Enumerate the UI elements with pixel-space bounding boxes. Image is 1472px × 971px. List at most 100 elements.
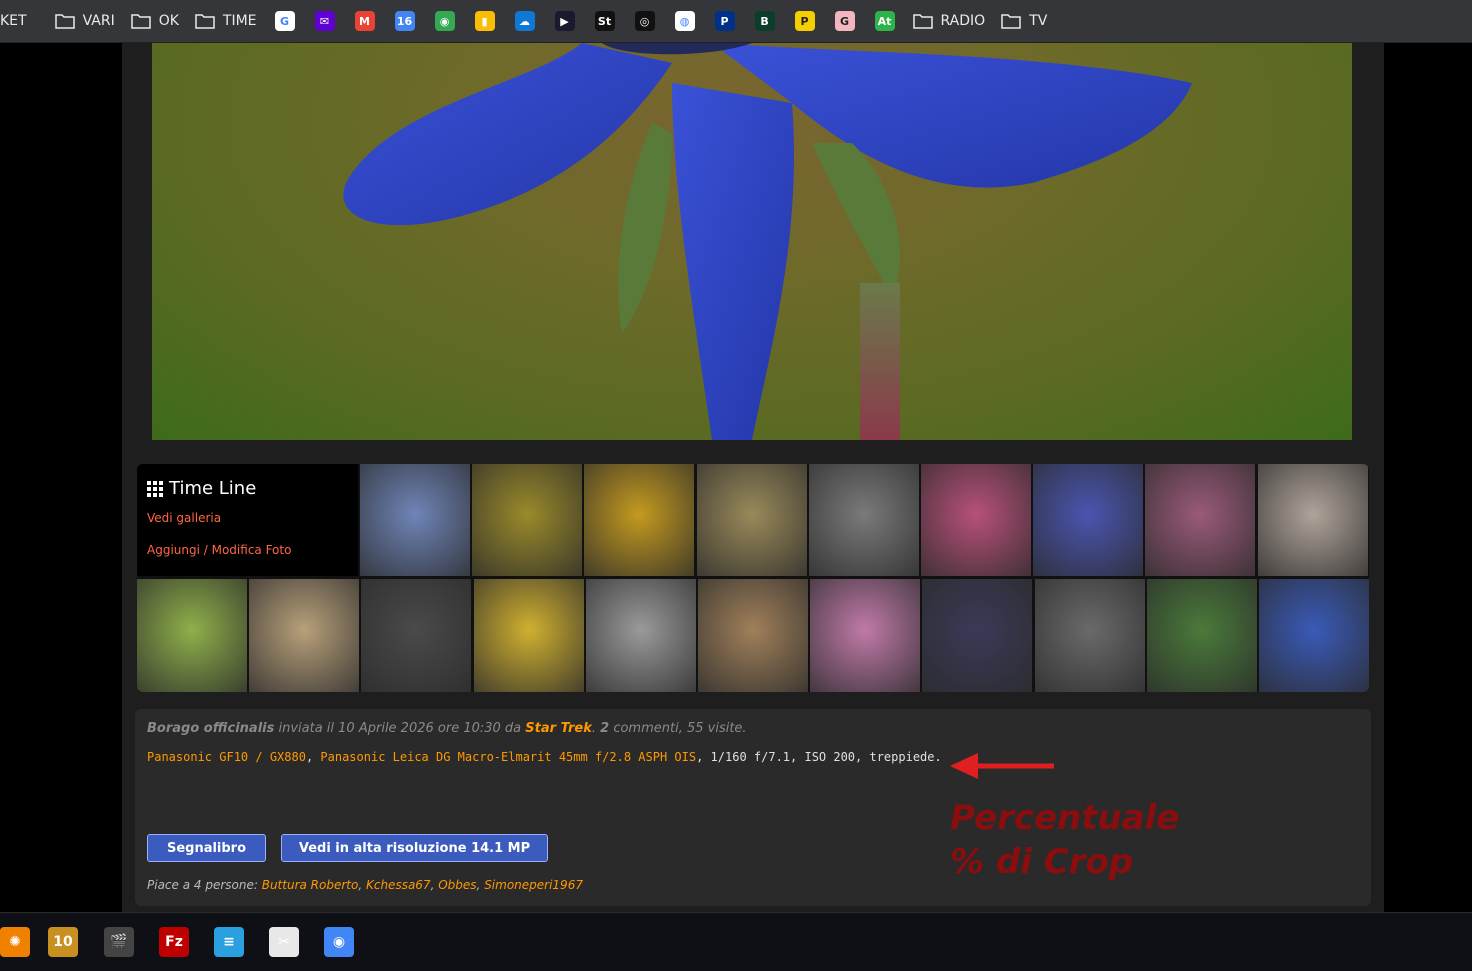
bookmark-folder-tv[interactable]: TV [993, 7, 1055, 35]
likes-line: Piace a 4 persone: Buttura Roberto, Kche… [147, 878, 583, 892]
bookmark-icons: G ✉ M 16 ◉ ▮ ☁ ▶ St ◎ ◍ P B P G At [265, 7, 905, 35]
bookmark-st[interactable]: St [585, 7, 625, 35]
thumb-playground-bw[interactable] [1034, 579, 1145, 692]
bookmark-folder-vari[interactable]: VARI [47, 7, 123, 35]
maps-icon: ◉ [434, 11, 455, 31]
photo-meta-line: Borago officinalis inviata il 10 Aprile … [147, 721, 1359, 736]
folder-icon [912, 14, 933, 29]
bookmark-p-yellow[interactable]: P [785, 7, 825, 35]
grid-icon [147, 480, 163, 497]
stats-text: commenti, 55 visite. [609, 721, 747, 736]
bookmark-google[interactable]: G [265, 7, 305, 35]
bookmark-paypal[interactable]: P [705, 7, 745, 35]
photo-page: Time Line Vedi galleria Aggiungi / Modif… [122, 43, 1384, 912]
bookmark-folder-ok[interactable]: OK [123, 7, 187, 35]
borage-flower-image [343, 43, 1192, 440]
liker-link[interactable]: Obbes [438, 878, 476, 892]
thumb-purple-deadnettle[interactable] [1145, 464, 1256, 576]
bookmark-play[interactable]: ▶ [545, 7, 585, 35]
google-icon: G [274, 11, 295, 31]
windows10-shield-icon[interactable]: 10 [48, 927, 78, 957]
bookmark-partial-label: KET [0, 13, 27, 29]
folder-icon [130, 14, 151, 29]
bookmark-folder-time[interactable]: TIME [187, 7, 265, 35]
liker-link[interactable]: Kchessa67 [366, 878, 431, 892]
bookmark-b[interactable]: B [745, 7, 785, 35]
thumb-grape-hyacinth[interactable] [1033, 464, 1144, 576]
annotation-line-2: % di Crop [950, 842, 1134, 882]
folder-label: TV [1029, 13, 1048, 29]
liker-link[interactable]: Buttura Roberto [262, 878, 359, 892]
st-icon: St [594, 11, 615, 31]
play-icon: ▶ [554, 11, 575, 31]
manage-photos-link[interactable]: Aggiungi / Modifica Foto [147, 543, 348, 557]
thumb-borage-blue[interactable] [1259, 579, 1369, 692]
thumb-pink-orchid[interactable] [810, 579, 921, 692]
thumb-village-houses[interactable] [249, 579, 360, 692]
chrome-icon[interactable]: ◉ [324, 927, 354, 957]
bookmark-button[interactable]: Segnalibro [147, 834, 266, 862]
thumb-red-machine-trees[interactable] [137, 579, 247, 692]
b-icon: B [754, 11, 775, 31]
stats-prefix: . [591, 721, 601, 736]
liker-link[interactable]: Simoneperi1967 [484, 878, 583, 892]
thumb-bicycle-wheel-bw[interactable] [585, 579, 696, 692]
crop-annotation: Percentuale % di Crop [950, 796, 1179, 884]
timeline-header: Time Line Vedi galleria Aggiungi / Modif… [137, 464, 358, 576]
timeline-title: Time Line [147, 478, 348, 499]
g-pink-icon: G [834, 11, 855, 31]
thumb-field-mountains[interactable] [1257, 464, 1368, 576]
red-arrow-icon [950, 753, 1054, 779]
globe-icon: ◍ [674, 11, 695, 31]
annotation-line-1: Percentuale [950, 798, 1180, 838]
folder-label: TIME [222, 13, 257, 29]
bookmark-onedrive[interactable]: ☁ [505, 7, 545, 35]
thumb-street-bw[interactable] [808, 464, 919, 576]
view-gallery-link[interactable]: Vedi galleria [147, 511, 348, 525]
snipping-tool-icon[interactable]: ✂ [269, 927, 299, 957]
folder-label: VARI [82, 13, 115, 29]
timeline-panel: Time Line Vedi galleria Aggiungi / Modif… [137, 464, 1369, 692]
bookmark-folder-radio[interactable]: RADIO [905, 7, 994, 35]
thumb-pink-geranium[interactable] [921, 464, 1031, 576]
thumb-yellow-daffodil[interactable] [473, 579, 584, 692]
photo-title: Borago officinalis [147, 721, 275, 736]
thumb-plant-on-wall[interactable] [698, 579, 808, 692]
timeline-title-text: Time Line [169, 478, 257, 499]
camera-link[interactable]: Panasonic GF10 / GX880 [147, 750, 306, 764]
video-clapper-icon[interactable]: 🎬 [104, 927, 134, 957]
bookmark-calendar[interactable]: 16 [385, 7, 425, 35]
thumb-yellow-flowers[interactable] [584, 464, 695, 576]
lens-link[interactable]: Panasonic Leica DG Macro-Elmarit 45mm f/… [320, 750, 696, 764]
action-buttons: Segnalibro Vedi in alta risoluzione 14.1… [147, 834, 548, 862]
thumb-borage-dark[interactable] [922, 579, 1033, 692]
xnview-icon[interactable]: ✺ [0, 927, 30, 957]
hires-button[interactable]: Vedi in alta risoluzione 14.1 MP [281, 834, 548, 862]
bookmark-keep[interactable]: ▮ [465, 7, 505, 35]
bookmark-gmail[interactable]: M [345, 7, 385, 35]
thumb-veronica-leaves[interactable] [1146, 579, 1257, 692]
bookmark-maps[interactable]: ◉ [425, 7, 465, 35]
bookmark-g-pink[interactable]: G [825, 7, 865, 35]
paypal-icon: P [714, 11, 735, 31]
keep-icon: ▮ [474, 11, 495, 31]
thumb-snowflake-flower[interactable] [696, 464, 807, 576]
bookmark-partial[interactable]: KET [0, 7, 27, 35]
bookmark-squarespace[interactable]: ◎ [625, 7, 665, 35]
notepad-icon[interactable]: ≡ [214, 927, 244, 957]
thumb-moss-capsules[interactable] [472, 464, 583, 576]
filezilla-icon[interactable]: Fz [159, 927, 189, 957]
exif-line: Panasonic GF10 / GX880, Panasonic Leica … [147, 750, 942, 764]
folder-icon [195, 14, 215, 29]
folder-label: OK [158, 13, 179, 29]
bookmarks-bar: KET VARI OK TIME G ✉ M 16 ◉ ▮ ☁ ▶ St ◎ ◍ P B P G At RAD… [0, 0, 1472, 43]
bookmark-at[interactable]: At [865, 7, 905, 35]
onedrive-icon: ☁ [514, 11, 535, 31]
thumb-hooded-person-bw[interactable] [361, 579, 472, 692]
bookmark-globe[interactable]: ◍ [665, 7, 705, 35]
main-photo[interactable] [152, 43, 1352, 440]
taskbar: ✺ 10 🎬 Fz ≡ ✂ ◉ [0, 912, 1472, 971]
thumb-veronica-blue[interactable] [360, 464, 470, 576]
author-link[interactable]: Star Trek [525, 721, 592, 736]
bookmark-yahoo-mail[interactable]: ✉ [305, 7, 345, 35]
